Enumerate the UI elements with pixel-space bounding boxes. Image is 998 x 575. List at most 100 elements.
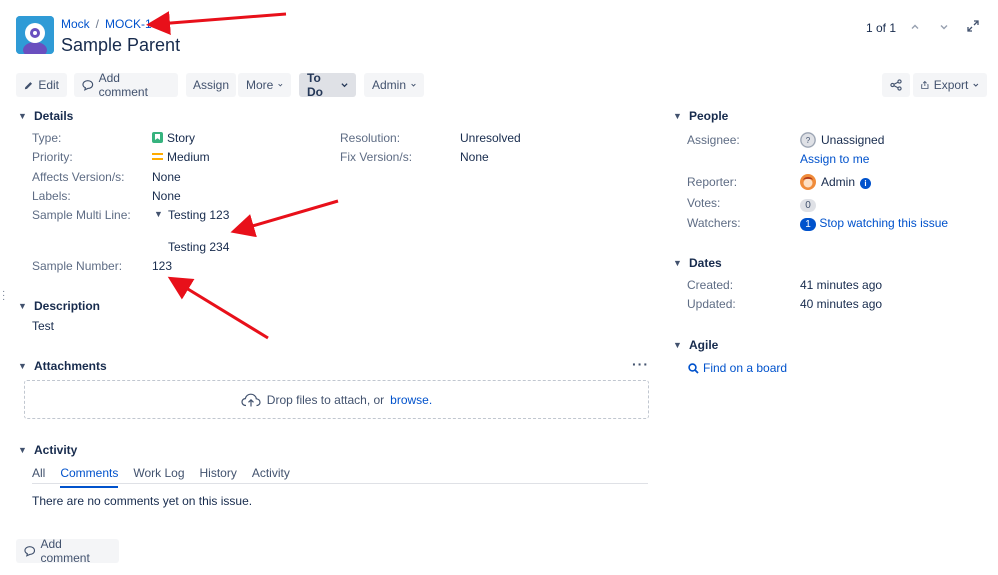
dates-heading: Dates xyxy=(689,256,722,270)
chevron-down-icon: ▼ xyxy=(18,445,27,455)
more-options-icon[interactable]: ··· xyxy=(632,356,649,372)
priority-medium-icon xyxy=(152,153,163,160)
chevron-down-icon xyxy=(411,83,416,87)
admin-label: Admin xyxy=(372,78,407,92)
share-icon xyxy=(890,79,902,91)
activity-tabs: All Comments Work Log History Activity xyxy=(32,466,290,488)
no-comments-text: There are no comments yet on this issue. xyxy=(32,494,253,508)
updated-value: 40 minutes ago xyxy=(800,297,883,311)
add-comment-label: Add comment xyxy=(98,71,148,99)
affects-version-label: Affects Version/s: xyxy=(32,170,125,184)
watchers-count-badge: 1 xyxy=(800,218,816,231)
description-section-toggle[interactable]: ▼ Description xyxy=(18,299,100,313)
tab-activity[interactable]: Activity xyxy=(252,466,290,488)
assign-button[interactable]: Assign xyxy=(186,73,236,97)
attachments-heading: Attachments xyxy=(34,359,107,373)
add-comment-bottom-button[interactable]: Add comment xyxy=(16,537,119,565)
resolution-value: Unresolved xyxy=(460,131,521,145)
watchers-label: Watchers: xyxy=(687,216,741,230)
export-icon xyxy=(921,80,929,89)
attachment-dropzone[interactable]: Drop files to attach, or browse. xyxy=(24,380,649,419)
resolution-label: Resolution: xyxy=(340,131,401,145)
sample-number-value: 123 xyxy=(152,259,173,273)
type-value-text: Story xyxy=(167,131,196,145)
tab-history[interactable]: History xyxy=(200,466,237,488)
reporter-label: Reporter: xyxy=(687,175,738,189)
labels-value[interactable]: None xyxy=(152,189,181,203)
multi-line-label: Sample Multi Line: xyxy=(32,208,131,222)
agile-heading: Agile xyxy=(689,338,719,352)
activity-section-toggle[interactable]: ▼ Activity xyxy=(18,443,77,457)
affects-version-value: None xyxy=(152,170,181,184)
status-label: To Do xyxy=(307,71,323,99)
tab-all[interactable]: All xyxy=(32,466,45,488)
created-label: Created: xyxy=(687,278,734,292)
labels-label: Labels: xyxy=(32,189,71,203)
find-on-board-label: Find on a board xyxy=(703,361,788,375)
created-value: 41 minutes ago xyxy=(800,278,883,292)
sample-number-label: Sample Number: xyxy=(32,259,123,273)
fix-version-value: None xyxy=(460,150,489,164)
reporter-value-text: Admin xyxy=(821,175,856,189)
export-button[interactable]: Export xyxy=(913,73,987,97)
story-icon xyxy=(152,132,163,143)
more-button[interactable]: More xyxy=(238,73,291,97)
cloud-upload-icon xyxy=(241,393,261,406)
add-comment-bottom-label: Add comment xyxy=(40,537,90,565)
admin-avatar-icon xyxy=(800,174,816,190)
assignee-value: ? Unassigned xyxy=(800,132,884,148)
admin-button[interactable]: Admin xyxy=(364,73,424,97)
pencil-icon xyxy=(24,81,33,89)
priority-value: Medium xyxy=(152,150,210,164)
details-section-toggle[interactable]: ▼ Details xyxy=(18,109,73,123)
tab-work-log[interactable]: Work Log xyxy=(133,466,184,488)
drag-handle-icon[interactable]: · · · xyxy=(2,287,5,305)
share-button[interactable] xyxy=(882,73,910,97)
reporter-value[interactable]: Admin i xyxy=(800,174,872,190)
browse-link[interactable]: browse. xyxy=(390,393,432,407)
attachments-section-toggle[interactable]: ▼ Attachments xyxy=(18,359,107,373)
multi-line-value-1: Testing 123 xyxy=(168,208,230,222)
chevron-down-icon: ▼ xyxy=(18,361,27,371)
votes-label: Votes: xyxy=(687,196,721,210)
edit-label: Edit xyxy=(38,78,59,92)
description-text[interactable]: Test xyxy=(32,319,54,333)
edit-button[interactable]: Edit xyxy=(16,73,67,97)
chevron-down-icon xyxy=(278,83,283,87)
tab-divider xyxy=(32,483,648,484)
comment-icon xyxy=(24,546,36,557)
search-icon xyxy=(688,362,699,374)
multi-line-value-2: Testing 234 xyxy=(168,240,230,254)
chevron-down-icon xyxy=(341,83,348,88)
assignee-label: Assignee: xyxy=(687,133,740,147)
description-heading: Description xyxy=(34,299,101,313)
comment-icon xyxy=(82,80,94,91)
chevron-down-icon: ▼ xyxy=(18,111,27,121)
svg-text:?: ? xyxy=(806,136,811,145)
tab-comments[interactable]: Comments xyxy=(60,466,119,488)
chevron-down-icon[interactable]: ▼ xyxy=(154,209,163,219)
type-label: Type: xyxy=(32,131,62,145)
export-label: Export xyxy=(933,78,969,92)
info-icon[interactable]: i xyxy=(860,178,872,189)
watchers-value[interactable]: 1 Stop watching this issue xyxy=(800,216,948,231)
activity-heading: Activity xyxy=(34,443,78,457)
assign-to-me-link[interactable]: Assign to me xyxy=(800,152,869,166)
votes-value[interactable]: 0 xyxy=(800,197,816,212)
more-label: More xyxy=(246,78,274,92)
status-button[interactable]: To Do xyxy=(299,71,356,99)
chevron-down-icon: ▼ xyxy=(673,258,682,268)
add-comment-button[interactable]: Add comment xyxy=(74,71,178,99)
type-value: Story xyxy=(152,131,195,145)
people-section-toggle[interactable]: ▼ People xyxy=(673,109,728,123)
assignee-value-text: Unassigned xyxy=(821,133,885,147)
details-heading: Details xyxy=(34,109,74,123)
dates-section-toggle[interactable]: ▼ Dates xyxy=(673,256,722,270)
find-on-board-link[interactable]: Find on a board xyxy=(688,361,787,375)
chevron-down-icon: ▼ xyxy=(673,111,682,121)
agile-section-toggle[interactable]: ▼ Agile xyxy=(673,338,718,352)
stop-watching-link[interactable]: Stop watching this issue xyxy=(819,216,948,230)
unassigned-avatar-icon: ? xyxy=(800,132,816,148)
chevron-down-icon: ▼ xyxy=(18,301,27,311)
chevron-down-icon: ▼ xyxy=(673,340,682,350)
